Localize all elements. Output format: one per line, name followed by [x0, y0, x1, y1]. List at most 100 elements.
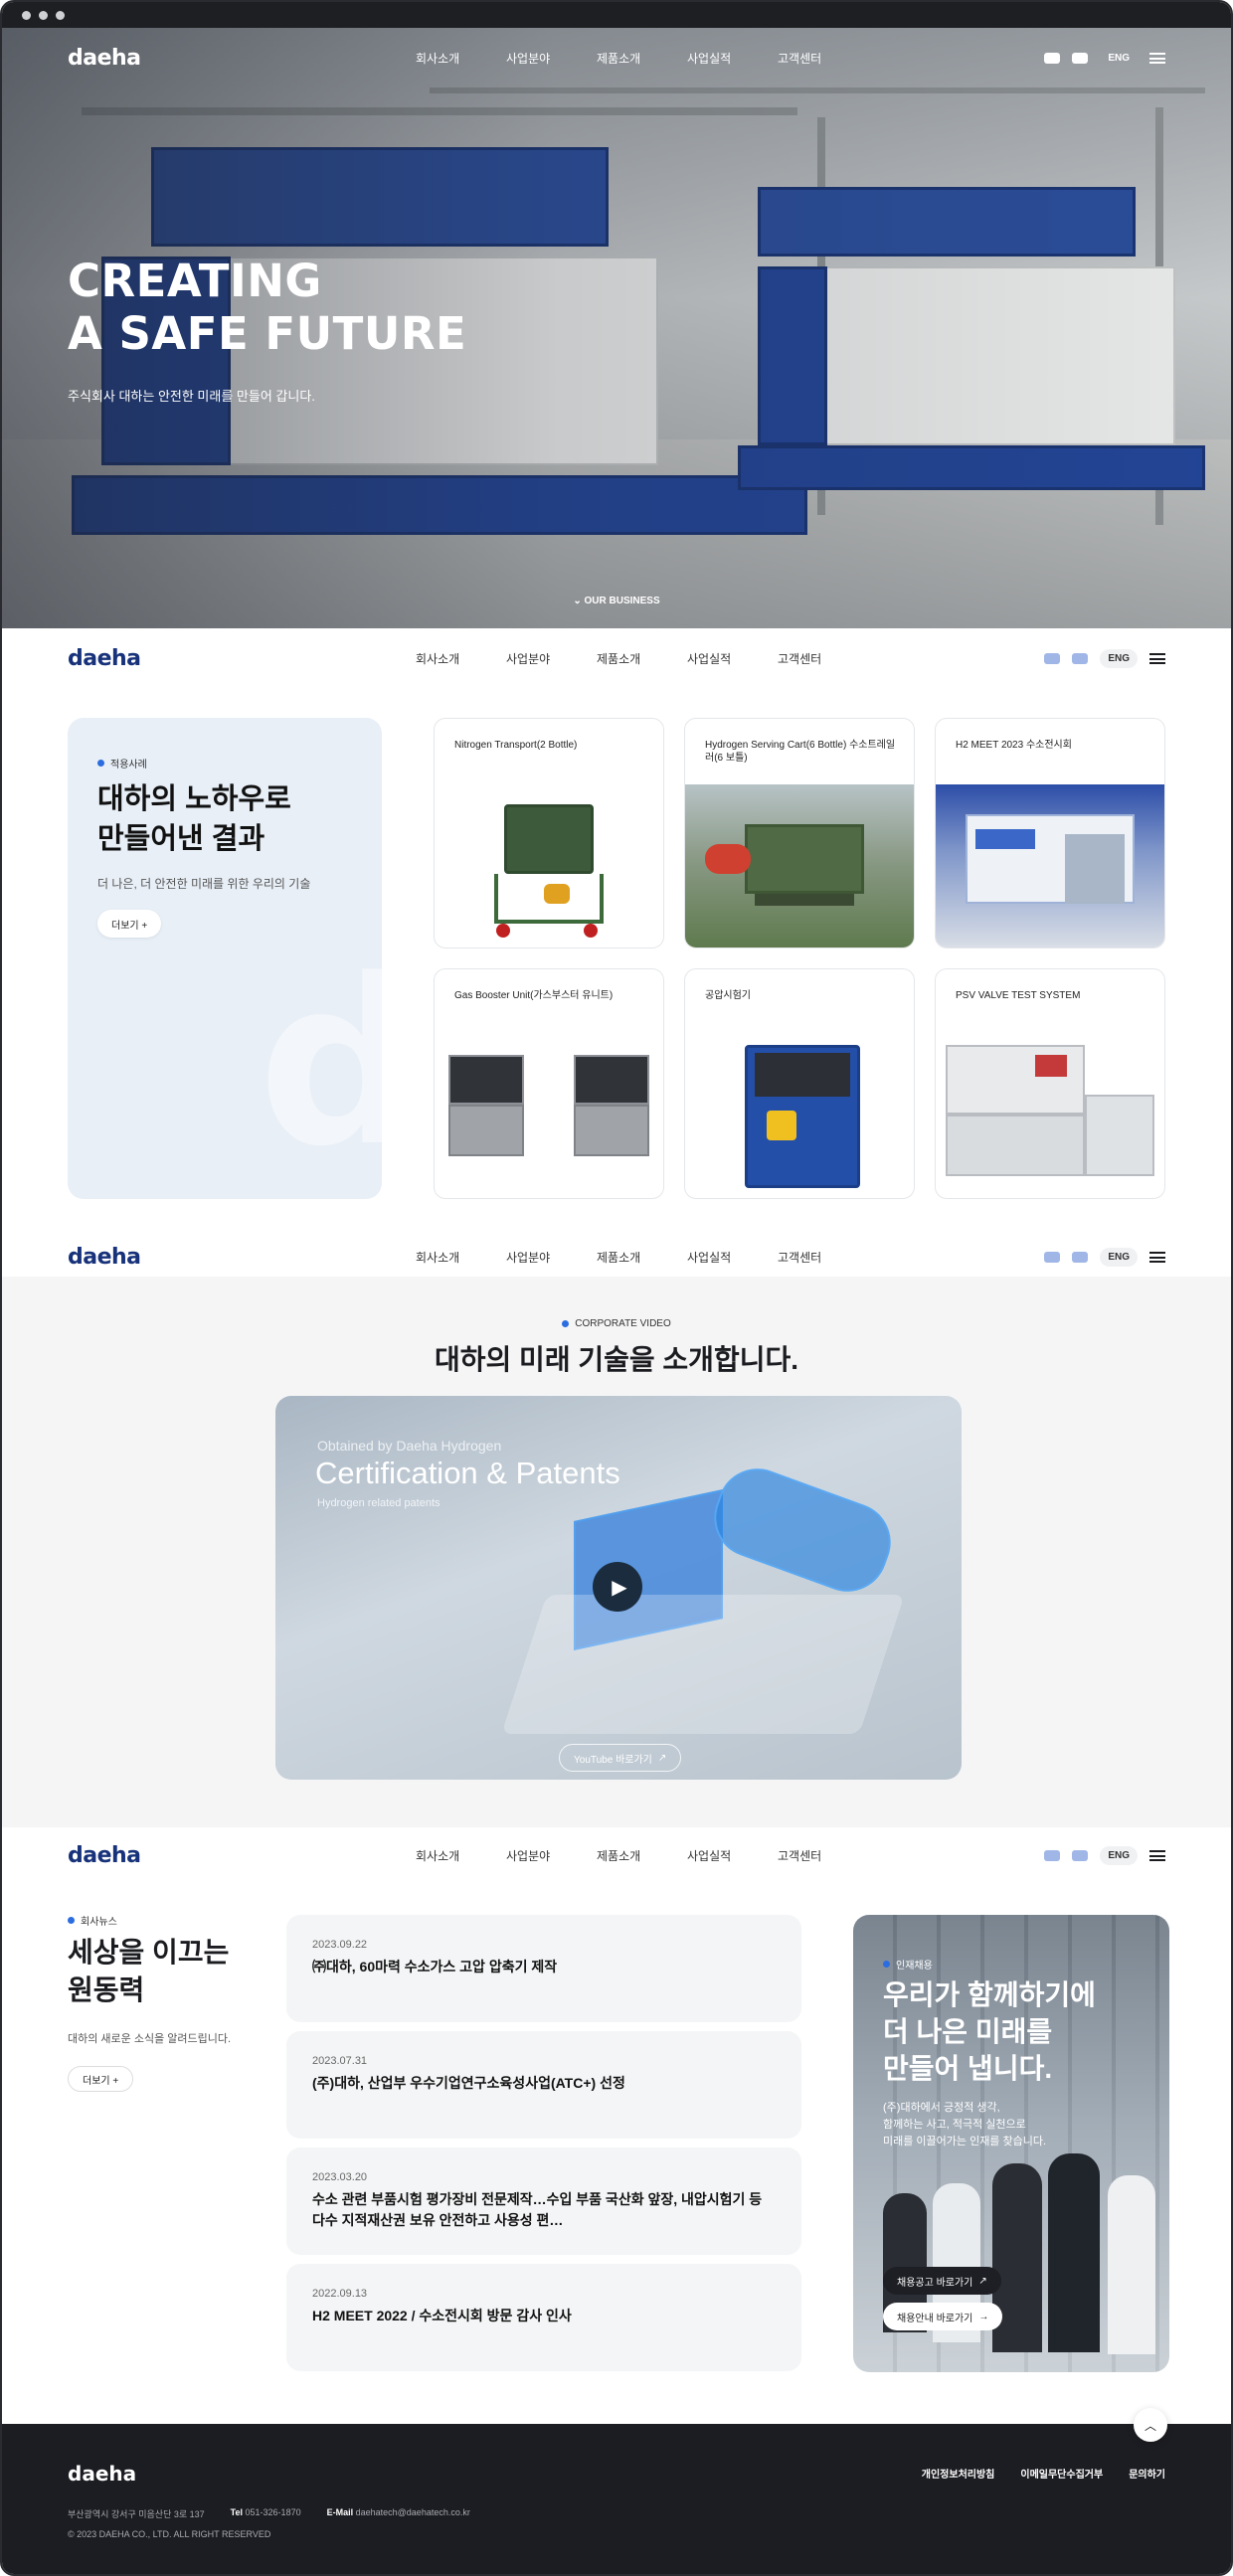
blog-icon[interactable]	[1044, 1251, 1061, 1263]
menu-icon[interactable]	[1149, 652, 1165, 664]
hero-nav: daeha 회사소개 사업분야 제품소개 사업실적 고객센터 ENG	[2, 28, 1231, 87]
recruit-card: 인재채용 우리가 함께하기에 더 나은 미래를 만들어 냅니다. (주)대하에서 긍…	[853, 1915, 1169, 2372]
menu-icon[interactable]	[1149, 1251, 1165, 1263]
nav-item[interactable]: 고객센터	[778, 650, 868, 667]
case-card[interactable]: Nitrogen Transport(2 Bottle)	[434, 718, 664, 948]
case-card-title: 공압시험기	[705, 990, 751, 1001]
recruit-guide-button[interactable]: 채용안내 바로가기 →	[883, 2303, 1003, 2330]
news-title: (주)대하, 산업부 우수기업연구소육성사업(ATC+) 선정	[312, 2075, 625, 2091]
section-title-line: 대하의 노하우로	[97, 783, 291, 815]
blog-icon[interactable]	[1044, 52, 1061, 64]
nav-item[interactable]: 사업분야	[506, 1847, 597, 1864]
logo[interactable]: daeha	[68, 1843, 187, 1868]
video-overlay-small: Obtained by Daeha Hydrogen	[317, 1438, 502, 1454]
scroll-top-button[interactable]: ︿	[1134, 2408, 1167, 2442]
nav-item[interactable]: 회사소개	[416, 1847, 506, 1864]
case-card[interactable]: 공압시험기	[684, 968, 915, 1199]
case-card-title: Hydrogen Serving Cart(6 Bottle) 수소트레일러(6…	[705, 740, 896, 764]
nav-item[interactable]: 사업실적	[687, 50, 778, 67]
more-button[interactable]: 더보기 +	[97, 910, 162, 938]
news-item[interactable]: 2023.07.31 (주)대하, 산업부 우수기업연구소육성사업(ATC+) 선…	[286, 2031, 801, 2139]
footer-links: 개인정보처리방침 이메일무단수집거부 문의하기	[922, 2466, 1165, 2481]
nav-item[interactable]: 회사소개	[416, 50, 506, 67]
nav-item[interactable]: 고객센터	[778, 50, 868, 67]
nav-item[interactable]: 제품소개	[597, 1847, 687, 1864]
language-toggle[interactable]: ENG	[1100, 1845, 1138, 1865]
cases-intro-card: 적용사례 대하의 노하우로 만들어낸 결과 더 나은, 더 안전한 미래를 위한 …	[68, 718, 382, 1199]
case-card-title: Gas Booster Unit(가스부스터 유니트)	[454, 990, 614, 1001]
privacy-policy-link[interactable]: 개인정보처리방침	[922, 2466, 995, 2481]
more-button[interactable]: 더보기 +	[68, 2066, 134, 2092]
nav-item[interactable]: 사업분야	[506, 650, 597, 667]
menu-icon[interactable]	[1149, 1849, 1165, 1861]
recruit-desc: (주)대하에서 긍정적 생각, 함께하는 사고, 적극적 실천으로 미래를 이끌어가…	[883, 2100, 1046, 2150]
sticky-nav: daeha 회사소개 사업분야 제품소개 사업실적 고객센터 ENG	[2, 1825, 1231, 1885]
nav-item[interactable]: 제품소개	[597, 650, 687, 667]
nav-item[interactable]: 사업실적	[687, 650, 778, 667]
hero-subtitle: 주식회사 대하는 안전한 미래를 만들어 갑니다.	[68, 389, 315, 404]
video-player[interactable]: Obtained by Daeha Hydrogen Certification…	[275, 1396, 962, 1780]
case-card-title: H2 MEET 2023 수소전시회	[956, 740, 1072, 751]
youtube-icon[interactable]	[1072, 652, 1089, 664]
nav-item[interactable]: 사업실적	[687, 1249, 778, 1266]
youtube-icon[interactable]	[1072, 52, 1089, 64]
nav-item[interactable]: 고객센터	[778, 1249, 868, 1266]
logo[interactable]: daeha	[68, 1245, 187, 1270]
footer-tel-value: 051-326-1870	[245, 2507, 301, 2517]
youtube-icon[interactable]	[1072, 1251, 1089, 1263]
youtube-icon[interactable]	[1072, 1849, 1089, 1861]
section-desc: 더 나은, 더 안전한 미래를 위한 우리의 기술	[97, 877, 311, 891]
arrow-up-right-icon: ↗	[657, 1752, 667, 1764]
window-dot	[56, 10, 65, 20]
blog-icon[interactable]	[1044, 652, 1061, 664]
case-card-title: PSV VALVE TEST SYSTEM	[956, 990, 1081, 1001]
logo[interactable]: daeha	[68, 46, 187, 71]
footer-logo[interactable]: daeha	[68, 2462, 136, 2486]
email-refusal-link[interactable]: 이메일무단수집거부	[1020, 2466, 1103, 2481]
nav-item[interactable]: 회사소개	[416, 1249, 506, 1266]
case-card[interactable]: H2 MEET 2023 수소전시회	[935, 718, 1165, 948]
nav-item[interactable]: 사업분야	[506, 1249, 597, 1266]
section-tag-label: 적용사례	[110, 760, 147, 771]
menu-icon[interactable]	[1149, 52, 1165, 64]
recruit-title: 우리가 함께하기에 더 나은 미래를 만들어 냅니다.	[883, 1976, 1096, 2087]
recruit-title-line: 만들어 냅니다.	[883, 2053, 1053, 2084]
scroll-down-link[interactable]: ⌄ OUR BUSINESS	[2, 596, 1231, 606]
hero-section: daeha 회사소개 사업분야 제품소개 사업실적 고객센터 ENG CREAT…	[2, 28, 1231, 628]
language-toggle[interactable]: ENG	[1100, 648, 1138, 668]
nav-item[interactable]: 제품소개	[597, 1249, 687, 1266]
nav-item[interactable]: 사업실적	[687, 1847, 778, 1864]
case-card[interactable]: Hydrogen Serving Cart(6 Bottle) 수소트레일러(6…	[684, 718, 915, 948]
nav-item[interactable]: 사업분야	[506, 50, 597, 67]
play-button[interactable]: ▶	[593, 1562, 642, 1612]
window-dot	[39, 10, 48, 20]
nav-item[interactable]: 제품소개	[597, 50, 687, 67]
footer-copyright: © 2023 DAEHA CO., LTD. ALL RIGHT RESERVE…	[68, 2529, 271, 2539]
footer-email: E-Mail daehatech@daehatech.co.kr	[327, 2507, 470, 2520]
browser-frame: daeha 회사소개 사업분야 제품소개 사업실적 고객센터 ENG CREAT…	[0, 0, 1233, 2576]
language-toggle[interactable]: ENG	[1100, 1247, 1138, 1267]
news-item[interactable]: 2023.09.22 ㈜대하, 60마력 수소가스 고압 압축기 제작	[286, 1915, 801, 2022]
logo[interactable]: daeha	[68, 646, 187, 671]
youtube-link-label: YouTube 바로가기	[574, 1754, 652, 1766]
blog-icon[interactable]	[1044, 1849, 1061, 1861]
recruit-desc-line: (주)대하에서 긍정적 생각,	[883, 2102, 1000, 2114]
case-card[interactable]: PSV VALVE TEST SYSTEM	[935, 968, 1165, 1199]
play-icon: ▶	[612, 1576, 627, 1599]
job-posting-button[interactable]: 채용공고 바로가기 ↗	[883, 2267, 1001, 2295]
section-title: 대하의 미래 기술을 소개합니다.	[435, 1344, 798, 1375]
youtube-link-button[interactable]: YouTube 바로가기 ↗	[559, 1744, 682, 1772]
nav-item[interactable]: 고객센터	[778, 1847, 868, 1864]
job-posting-label: 채용공고 바로가기	[897, 2277, 973, 2289]
window-chrome	[2, 2, 1231, 28]
language-toggle[interactable]: ENG	[1100, 49, 1138, 68]
contact-link[interactable]: 문의하기	[1129, 2466, 1165, 2481]
section-tag-label: CORPORATE VIDEO	[575, 1318, 671, 1329]
case-card[interactable]: Gas Booster Unit(가스부스터 유니트)	[434, 968, 664, 1199]
nav-item[interactable]: 회사소개	[416, 650, 506, 667]
section-title-line: 세상을 이끄는	[68, 1937, 230, 1968]
news-item[interactable]: 2022.09.13 H2 MEET 2022 / 수소전시회 방문 감사 인사	[286, 2264, 801, 2371]
footer-info: 부산광역시 강서구 미음산단 3로 137 Tel 051-326-1870 E…	[68, 2507, 470, 2520]
news-item[interactable]: 2023.03.20 수소 관련 부품시험 평가장비 전문제작…수입 부품 국산화…	[286, 2147, 801, 2255]
arrow-up-right-icon: ↗	[978, 2275, 987, 2287]
